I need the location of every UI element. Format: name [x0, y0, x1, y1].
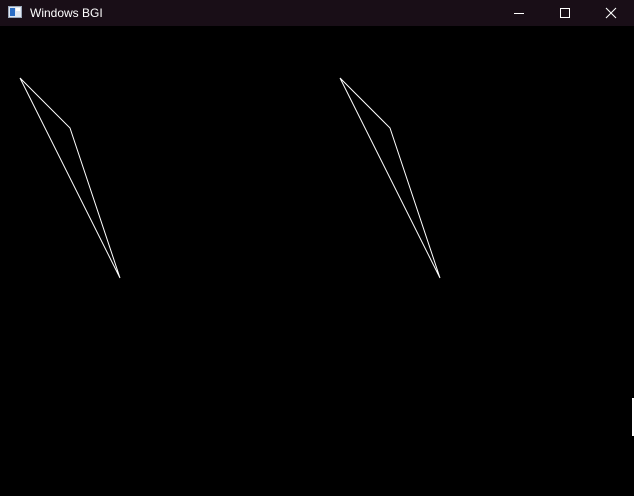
- close-icon: [605, 7, 617, 19]
- window-title: Windows BGI: [30, 6, 103, 20]
- maximize-icon: [560, 8, 570, 18]
- window-controls: [496, 0, 634, 26]
- right-kite-shape: [339, 77, 441, 279]
- graphics-canvas: [0, 26, 634, 496]
- bgi-window: Windows BGI: [0, 0, 634, 496]
- minimize-button[interactable]: [496, 0, 542, 26]
- left-kite-shape: [19, 77, 121, 279]
- drawing-surface: [19, 77, 441, 279]
- minimize-icon: [514, 13, 524, 14]
- maximize-button[interactable]: [542, 0, 588, 26]
- titlebar[interactable]: Windows BGI: [0, 0, 634, 26]
- close-button[interactable]: [588, 0, 634, 26]
- bgi-app-icon: [8, 6, 22, 18]
